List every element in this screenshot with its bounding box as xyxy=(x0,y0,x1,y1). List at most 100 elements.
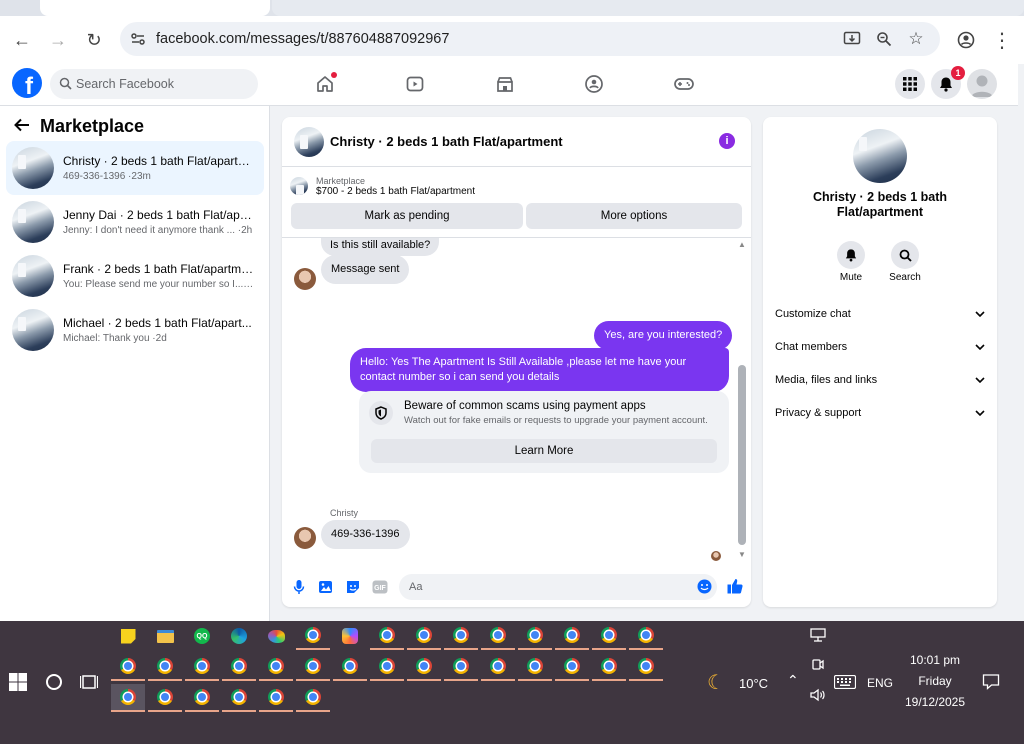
video-icon[interactable] xyxy=(403,72,427,96)
facebook-logo-icon[interactable]: f xyxy=(12,68,42,98)
chrome-window-icon[interactable] xyxy=(555,622,589,650)
chrome-window-icon[interactable] xyxy=(407,653,441,681)
marketplace-listing-row[interactable]: Marketplace $700 - 2 beds 1 bath Flat/apa… xyxy=(290,172,475,200)
conversation-item-michael[interactable]: Michael · 2 beds 1 bath Flat/apart... Mic… xyxy=(6,303,264,357)
chrome-window-icon[interactable] xyxy=(259,653,293,681)
file-explorer-icon[interactable] xyxy=(148,622,182,650)
chat-header[interactable]: Christy · 2 beds 1 bath Flat/apartment xyxy=(282,117,751,167)
chrome-window-icon[interactable] xyxy=(185,653,219,681)
incoming-message[interactable]: Message sent xyxy=(321,255,410,284)
mute-bell-icon[interactable] xyxy=(837,241,865,269)
chrome-window-icon[interactable] xyxy=(444,653,478,681)
scrollbar-thumb[interactable] xyxy=(738,365,746,545)
bookmark-star-icon[interactable]: ☆ xyxy=(906,29,926,49)
weather-moon-icon[interactable]: ☾ xyxy=(707,670,725,695)
install-icon[interactable] xyxy=(842,29,862,49)
scroll-up-icon[interactable]: ▲ xyxy=(738,240,746,249)
groups-icon[interactable] xyxy=(582,72,606,96)
gaming-icon[interactable] xyxy=(672,72,696,96)
chat-members-section[interactable]: Chat members xyxy=(775,337,985,357)
chrome-window-icon[interactable] xyxy=(333,653,367,681)
qq-app-icon[interactable]: QQ xyxy=(185,622,219,650)
mute-label[interactable]: Mute xyxy=(831,272,871,283)
back-arrow-icon[interactable] xyxy=(14,116,30,137)
chrome-window-icon[interactable] xyxy=(148,653,182,681)
chrome-window-icon[interactable] xyxy=(444,622,478,650)
chrome-window-icon[interactable] xyxy=(481,622,515,650)
copilot-icon[interactable] xyxy=(333,622,367,650)
account-avatar[interactable] xyxy=(967,69,997,99)
forward-icon[interactable]: → xyxy=(44,26,72,54)
tray-chevron-up-icon[interactable]: ⌃ xyxy=(787,672,799,689)
meet-now-icon[interactable] xyxy=(811,658,825,677)
conversation-item-frank[interactable]: Frank · 2 beds 1 bath Flat/apartment You:… xyxy=(6,249,264,303)
notifications-center-icon[interactable] xyxy=(982,673,1000,696)
emoji-icon[interactable] xyxy=(697,579,712,599)
outgoing-message[interactable]: Yes, are you interested? xyxy=(594,321,733,350)
search-in-chat-icon[interactable] xyxy=(891,241,919,269)
home-icon[interactable] xyxy=(313,72,337,96)
incoming-message[interactable]: Is this still available? xyxy=(321,238,440,256)
sticky-notes-icon[interactable] xyxy=(111,622,145,650)
microphone-icon[interactable] xyxy=(291,579,307,595)
chrome-window-icon-active[interactable] xyxy=(111,684,145,712)
site-info-icon[interactable] xyxy=(128,29,148,49)
marketplace-icon[interactable] xyxy=(493,72,517,96)
chrome-window-icon[interactable] xyxy=(296,653,330,681)
url-text[interactable]: facebook.com/messages/t/887604887092967 xyxy=(156,31,449,47)
chrome-window-icon[interactable] xyxy=(407,622,441,650)
chrome-window-icon[interactable] xyxy=(592,653,626,681)
chrome-window-icon[interactable] xyxy=(222,684,256,712)
zoom-icon[interactable] xyxy=(874,29,894,49)
temperature[interactable]: 10°C xyxy=(739,676,768,691)
more-options-button[interactable]: More options xyxy=(526,203,742,229)
back-icon[interactable]: ← xyxy=(8,26,36,54)
scroll-down-icon[interactable]: ▼ xyxy=(738,550,746,559)
outgoing-message[interactable]: Hello: Yes The Apartment Is Still Availa… xyxy=(350,348,729,392)
incoming-message[interactable]: 469-336-1396 xyxy=(321,520,410,549)
system-clock[interactable]: 10:01 pm Friday 19/12/2025 xyxy=(890,650,980,713)
chrome-window-icon[interactable] xyxy=(592,622,626,650)
chrome-window-icon[interactable] xyxy=(370,653,404,681)
keyboard-icon[interactable] xyxy=(833,674,857,694)
profile-icon[interactable] xyxy=(952,26,980,54)
chrome-window-icon[interactable] xyxy=(518,653,552,681)
reload-icon[interactable]: ↻ xyxy=(80,26,108,54)
chrome-window-icon[interactable] xyxy=(148,684,182,712)
search-circle-icon[interactable] xyxy=(46,674,62,690)
search-facebook-input[interactable]: Search Facebook xyxy=(50,69,258,99)
chrome-window-icon[interactable] xyxy=(555,653,589,681)
task-view-icon[interactable] xyxy=(79,673,99,696)
customize-chat-section[interactable]: Customize chat xyxy=(775,304,985,324)
menu-icon[interactable]: ⋮ xyxy=(988,26,1016,54)
search-label[interactable]: Search xyxy=(885,272,925,283)
address-bar[interactable]: facebook.com/messages/t/887604887092967 … xyxy=(120,22,940,56)
edge-icon[interactable] xyxy=(222,622,256,650)
mark-as-pending-button[interactable]: Mark as pending xyxy=(291,203,523,229)
gif-icon[interactable]: GIF xyxy=(372,579,388,595)
message-input[interactable]: Aa xyxy=(399,574,717,600)
photo-icon[interactable] xyxy=(318,579,334,595)
chrome-window-icon[interactable] xyxy=(629,653,663,681)
windows-start-icon[interactable] xyxy=(9,673,27,696)
chrome-window-icon[interactable] xyxy=(518,622,552,650)
chrome-window-icon[interactable] xyxy=(185,684,219,712)
learn-more-button[interactable]: Learn More xyxy=(371,439,717,463)
chrome-window-icon[interactable] xyxy=(259,684,293,712)
menu-grid-icon[interactable] xyxy=(895,69,925,99)
like-thumbs-up-icon[interactable] xyxy=(727,578,743,599)
media-files-links-section[interactable]: Media, files and links xyxy=(775,370,985,390)
privacy-support-section[interactable]: Privacy & support xyxy=(775,403,985,423)
volume-icon[interactable] xyxy=(810,688,826,707)
chrome-window-icon[interactable] xyxy=(370,622,404,650)
network-icon[interactable] xyxy=(810,628,826,647)
sticker-icon[interactable] xyxy=(345,579,361,595)
conversation-item-christy[interactable]: Christy · 2 beds 1 bath Flat/apartm... 46… xyxy=(6,141,264,195)
chrome-window-icon[interactable] xyxy=(629,622,663,650)
inactive-tab[interactable] xyxy=(272,0,1024,16)
active-tab[interactable] xyxy=(40,0,270,16)
chrome-window-icon[interactable] xyxy=(296,684,330,712)
chrome-window-icon[interactable] xyxy=(481,653,515,681)
chrome-window-icon[interactable] xyxy=(296,622,330,650)
paint-icon[interactable] xyxy=(259,622,293,650)
